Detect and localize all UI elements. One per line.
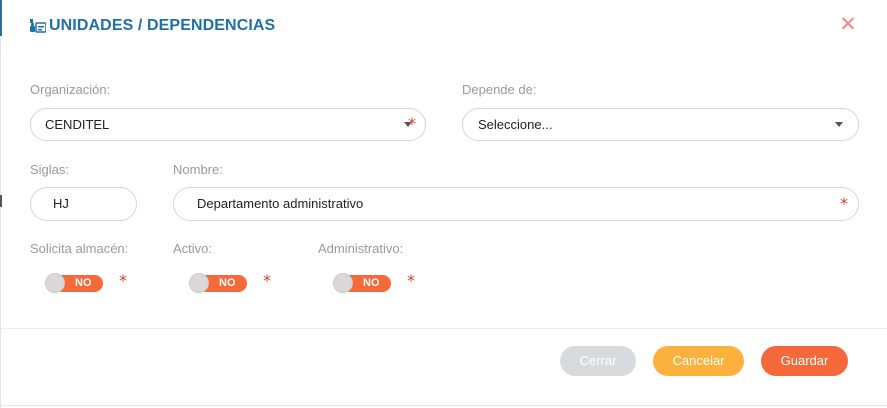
nombre-input[interactable]: Departamento administrativo * <box>173 187 859 221</box>
nombre-value: Departamento administrativo <box>197 196 364 211</box>
required-mark: * <box>119 271 127 290</box>
close-button[interactable]: Cerrar <box>560 346 636 376</box>
required-mark: * <box>840 194 848 213</box>
siglas-value: HJ <box>53 196 69 211</box>
siglas-input[interactable]: HJ <box>30 187 137 221</box>
depende-de-value: Seleccione... <box>478 117 553 132</box>
activo-label: Activo: <box>173 241 213 256</box>
toggle-state: NO <box>363 277 380 289</box>
organization-icon <box>30 19 47 33</box>
administrativo-toggle[interactable]: NO <box>333 272 391 294</box>
organizacion-select[interactable]: CENDITEL * <box>30 108 426 141</box>
toggle-knob <box>333 273 353 293</box>
activo-toggle[interactable]: NO <box>189 272 247 294</box>
modal-title: UNIDADES / DEPENDENCIAS <box>49 17 276 34</box>
toggle-knob <box>45 273 65 293</box>
solicita-almacen-label: Solicita almacén: <box>30 241 129 256</box>
toggle-knob <box>189 273 209 293</box>
organizacion-value: CENDITEL <box>45 117 110 132</box>
solicita-almacen-toggle[interactable]: NO <box>45 272 103 294</box>
nombre-label: Nombre: <box>173 162 223 177</box>
toggle-state: NO <box>75 277 92 289</box>
siglas-label: Siglas: <box>30 162 70 177</box>
required-mark: * <box>263 271 271 290</box>
depende-de-label: Depende de: <box>462 82 537 97</box>
cancel-button[interactable]: Cancelar <box>653 346 744 376</box>
save-button[interactable]: Guardar <box>761 346 848 376</box>
close-icon[interactable]: ✕ <box>838 13 858 35</box>
chevron-down-icon <box>835 122 843 127</box>
modal-bottom-border <box>0 405 887 406</box>
toggle-state: NO <box>219 277 236 289</box>
required-mark: * <box>408 114 416 133</box>
depende-de-select[interactable]: Seleccione... <box>462 108 859 141</box>
required-mark: * <box>407 271 415 290</box>
footer-divider <box>0 328 887 329</box>
administrativo-label: Administrativo: <box>318 241 404 256</box>
organizacion-label: Organización: <box>30 82 111 97</box>
modal-header: UNIDADES / DEPENDENCIAS ✕ <box>0 0 887 56</box>
window-edge-tick <box>0 195 2 207</box>
